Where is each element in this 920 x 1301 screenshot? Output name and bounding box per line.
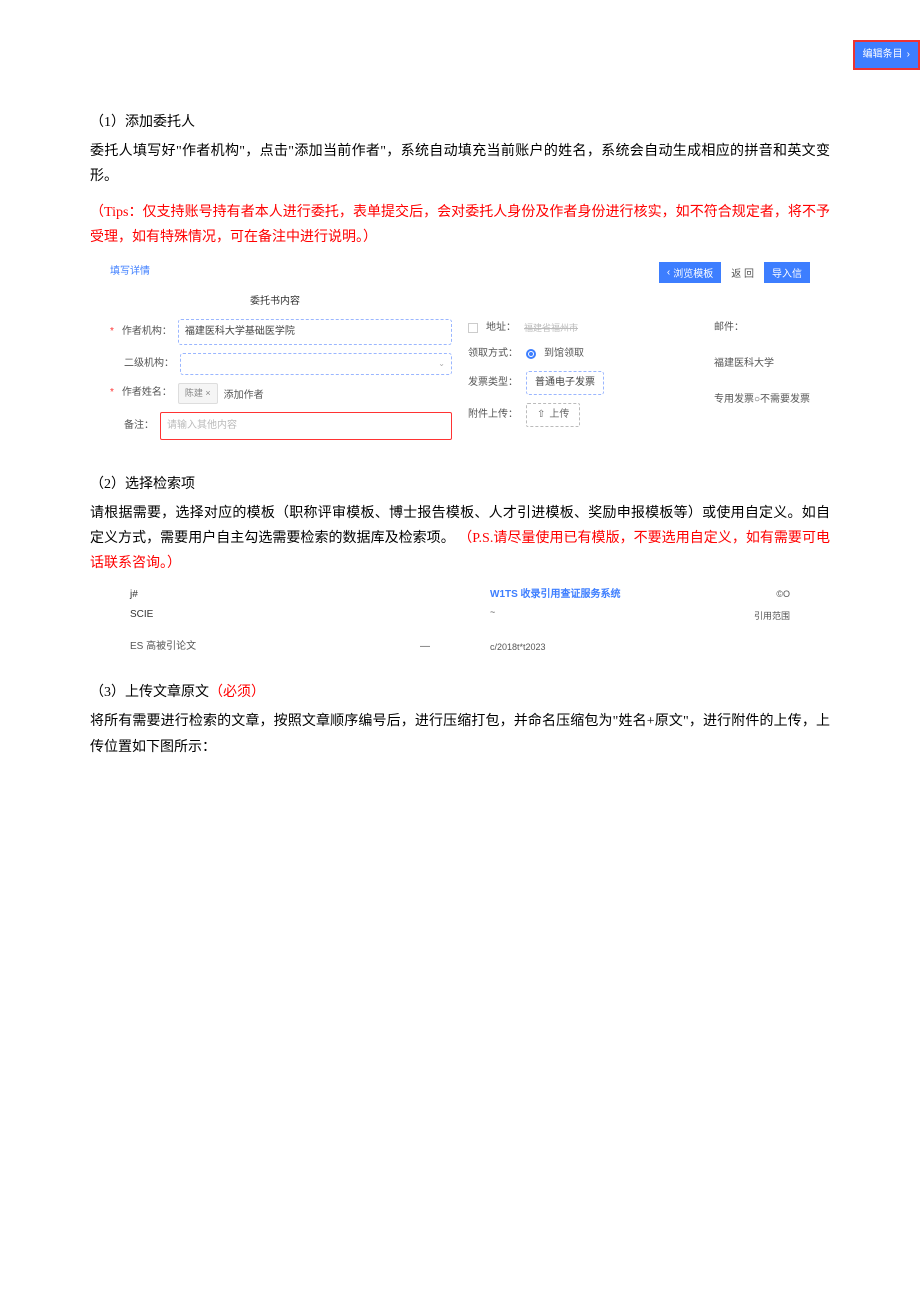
details-link[interactable]: 填写详情 bbox=[110, 263, 150, 281]
section1-tip: （Tips：仅支持账号持有者本人进行委托，表单提交后，会对委托人身份及作者身份进… bbox=[90, 200, 830, 250]
import-button[interactable]: 导入信 bbox=[764, 262, 810, 283]
section3-heading-red: （必须） bbox=[209, 685, 265, 700]
cite-range-text: 引用范围 bbox=[754, 608, 790, 624]
copyright-text: ©O bbox=[754, 586, 790, 602]
attachment-row: 附件上传： ⇧ 上传 bbox=[468, 403, 684, 427]
second-org-input[interactable]: ⌄ bbox=[180, 353, 452, 375]
top-button-wrap: 编辑条目 › bbox=[20, 40, 920, 70]
return-button[interactable]: 返 回 bbox=[725, 262, 760, 283]
chevron-left-icon: ‹ bbox=[667, 267, 670, 278]
section1-para1: 委托人填写好"作者机构"，点击"添加当前作者"，系统自动填充当前账户的姓名，系统… bbox=[90, 139, 830, 189]
form-top-buttons: ‹ 浏览模板 返 回 导入信 bbox=[659, 262, 810, 283]
options-left: j# SCIE ES 高被引论文 — bbox=[130, 586, 430, 656]
edit-entry-label: 编辑条目 bbox=[863, 46, 903, 64]
invoice-type-select[interactable]: 普通电子发票 bbox=[526, 371, 604, 395]
author-org-value: 福建医科大学基础医学院 bbox=[185, 326, 295, 337]
receive-option-label: 到馆领取 bbox=[544, 345, 584, 363]
remark-row: 备注： 请输入其他内容 bbox=[110, 412, 452, 440]
required-star-icon: * bbox=[110, 323, 114, 341]
form-topbar: 填写详情 ‹ 浏览模板 返 回 导入信 bbox=[110, 262, 810, 283]
second-org-label: 二级机构： bbox=[124, 355, 174, 373]
form-right-side: 邮件： 福建医科大学 专用发票○不需要发票 bbox=[714, 319, 810, 435]
upload-button[interactable]: ⇧ 上传 bbox=[526, 403, 580, 427]
browse-template-button[interactable]: ‹ 浏览模板 bbox=[659, 262, 721, 283]
form-right-column: 地址： 福建省福州市 领取方式： 到馆领取 发票类型： 普通电子发票 bbox=[468, 319, 810, 448]
receive-method-label: 领取方式： bbox=[468, 345, 518, 363]
form-left-column: * 作者机构： 福建医科大学基础医学院 二级机构： ⌄ * 作者姓名： bbox=[110, 319, 452, 448]
es-thesis-text: ES 高被引论文 bbox=[130, 638, 196, 656]
edit-entry-button[interactable]: 编辑条目 › bbox=[853, 40, 920, 70]
scie-text: SCIE bbox=[130, 606, 153, 624]
invoice-type-label: 发票类型： bbox=[468, 374, 518, 392]
address-checkbox[interactable] bbox=[468, 323, 478, 333]
add-author-button[interactable]: 添加作者 bbox=[224, 386, 264, 401]
form-title: 委托书内容 bbox=[250, 293, 810, 311]
dash-text: — bbox=[420, 638, 430, 656]
no-invoice-text: 不需要发票 bbox=[760, 394, 810, 405]
remark-label: 备注： bbox=[124, 417, 154, 435]
section3-para: 将所有需要进行检索的文章，按照文章顺序编号后，进行压缩打包，并命名压缩包为"姓名… bbox=[90, 709, 830, 759]
author-name-chip[interactable]: 陈建 × bbox=[178, 383, 218, 403]
system-name-text: W1TS 收录引用查证服务系统 bbox=[490, 586, 621, 604]
author-org-input[interactable]: 福建医科大学基础医学院 bbox=[178, 319, 452, 345]
required-star-icon: * bbox=[110, 384, 114, 402]
options-screenshot: j# SCIE ES 高被引论文 — W1TS 收录引用查证服务系统 ~ ©O … bbox=[130, 586, 790, 656]
receive-radio[interactable] bbox=[526, 349, 536, 359]
email-label: 邮件： bbox=[714, 319, 810, 337]
options-left-top: j# SCIE bbox=[130, 586, 430, 624]
address-label: 地址： bbox=[486, 319, 516, 337]
options-right-bottom: c/2018t*t2023 bbox=[490, 639, 790, 655]
document-body: （1）添加委托人 委托人填写好"作者机构"，点击"添加当前作者"，系统自动填充当… bbox=[90, 110, 830, 760]
section3-heading-black: （3）上传文章原文 bbox=[90, 685, 209, 700]
chevron-down-icon: ⌄ bbox=[438, 357, 445, 371]
upload-label: 上传 bbox=[549, 406, 569, 424]
section2-para: 请根据需要，选择对应的模板（职称评审模板、博士报告模板、人才引进模板、奖励申报模… bbox=[90, 501, 830, 577]
section3-heading: （3）上传文章原文（必须） bbox=[90, 680, 830, 705]
address-row: 地址： 福建省福州市 bbox=[468, 319, 684, 337]
author-org-label: 作者机构： bbox=[122, 323, 172, 341]
jhash-text: j# bbox=[130, 586, 153, 604]
invoice-extra-text: 专用发票○不需要发票 bbox=[714, 391, 810, 409]
options-left-bottom: ES 高被引论文 — bbox=[130, 638, 430, 656]
address-value: 福建省福州市 bbox=[524, 320, 578, 336]
second-org-row: 二级机构： ⌄ bbox=[110, 353, 452, 375]
attachment-label: 附件上传： bbox=[468, 406, 518, 424]
author-org-row: * 作者机构： 福建医科大学基础医学院 bbox=[110, 319, 452, 345]
remark-input[interactable]: 请输入其他内容 bbox=[160, 412, 452, 440]
receive-method-row: 领取方式： 到馆领取 bbox=[468, 345, 684, 363]
upload-icon: ⇧ bbox=[537, 406, 545, 424]
section1-heading: （1）添加委托人 bbox=[90, 110, 830, 135]
author-name-row: * 作者姓名： 陈建 × 添加作者 bbox=[110, 383, 452, 403]
tilde-text: ~ bbox=[490, 604, 621, 620]
special-invoice-text: 专用发票 bbox=[714, 394, 754, 405]
options-right: W1TS 收录引用查证服务系统 ~ ©O 引用范围 c/2018t*t2023 bbox=[490, 586, 790, 656]
form-body: * 作者机构： 福建医科大学基础医学院 二级机构： ⌄ * 作者姓名： bbox=[110, 319, 810, 448]
date-range-text: c/2018t*t2023 bbox=[490, 639, 546, 655]
invoice-type-row: 发票类型： 普通电子发票 bbox=[468, 371, 684, 395]
browse-template-label: 浏览模板 bbox=[673, 265, 713, 280]
section2-heading: （2）选择检索项 bbox=[90, 472, 830, 497]
author-name-label: 作者姓名： bbox=[122, 384, 172, 402]
form-screenshot: 填写详情 ‹ 浏览模板 返 回 导入信 委托书内容 * 作者机构： 福建医科大学… bbox=[110, 262, 810, 448]
org-short-text: 福建医科大学 bbox=[714, 355, 810, 373]
chevron-right-icon: › bbox=[907, 46, 910, 64]
